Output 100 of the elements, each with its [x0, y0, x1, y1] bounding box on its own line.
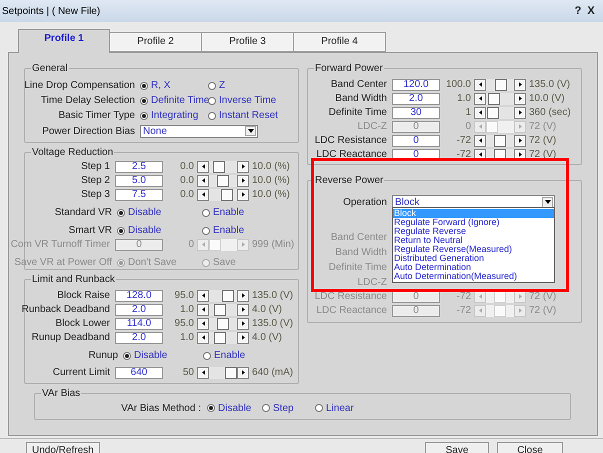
input-field[interactable]: 640	[115, 366, 163, 378]
scroll-thumb[interactable]	[495, 78, 508, 90]
input-field[interactable]: 5.0	[115, 174, 163, 186]
field-label: LDC Resistance	[314, 290, 387, 304]
footer-button[interactable]: Close	[497, 442, 563, 453]
window-title: Setpoints | ( New File)	[2, 4, 100, 18]
dropdown-option[interactable]: Distributed Generation	[393, 254, 554, 263]
dropdown-option[interactable]: Return to Neutral	[393, 236, 554, 245]
input-field[interactable]: 128.0	[115, 290, 163, 302]
input-field[interactable]: 2.0	[115, 332, 163, 344]
scroll-right-button[interactable]	[237, 160, 249, 172]
option-label: Disable	[134, 349, 168, 363]
dropdown-value: None	[143, 124, 167, 138]
group-title: General	[31, 62, 69, 76]
radio-button[interactable]	[117, 208, 125, 216]
scroll-thumb[interactable]	[214, 332, 226, 344]
radio-button[interactable]	[207, 404, 215, 412]
field-label: LDC Reactance	[316, 148, 387, 162]
input-field[interactable]: 2.0	[115, 304, 163, 316]
group-title: Limit and Runback	[31, 273, 116, 287]
radio-button[interactable]	[140, 82, 148, 90]
range-max: 360 (sec)	[528, 106, 571, 120]
radio-button[interactable]	[123, 352, 131, 360]
radio-button[interactable]	[203, 352, 211, 360]
scroll-left-button[interactable]	[197, 174, 209, 186]
scroll-thumb[interactable]	[487, 106, 500, 118]
window-close-button[interactable]: X	[585, 2, 597, 20]
input-field[interactable]: 0	[392, 134, 440, 146]
option-label: Linear	[326, 402, 354, 416]
option-label: Step	[273, 402, 294, 416]
radio-button[interactable]	[262, 404, 270, 412]
scroll-left-button[interactable]	[197, 290, 209, 302]
radio-button[interactable]	[208, 112, 216, 120]
scroll-right-button[interactable]	[237, 304, 249, 316]
scroll-right-button[interactable]	[237, 188, 249, 200]
scroll-left-button[interactable]	[197, 188, 209, 200]
range-max: 72 (V)	[528, 290, 556, 304]
scroll-thumb[interactable]	[222, 290, 234, 302]
scroll-thumb[interactable]	[216, 318, 229, 330]
scroll-thumb[interactable]	[214, 304, 226, 316]
scroll-right-button[interactable]	[237, 366, 249, 378]
dropdown-option[interactable]: Regulate Reverse	[393, 227, 554, 236]
scroll-right-button[interactable]	[514, 92, 526, 104]
range-min: 0.0	[179, 174, 195, 188]
scroll-thumb[interactable]	[217, 174, 229, 186]
right-arrow-icon	[242, 242, 244, 247]
scroll-left-button[interactable]	[474, 92, 486, 104]
radio-button[interactable]	[140, 96, 148, 104]
dropdown-option[interactable]: Auto Determination(Measured)	[393, 272, 554, 281]
tab[interactable]: Profile 2	[110, 32, 202, 52]
scroll-left-button[interactable]	[474, 134, 486, 146]
input-field[interactable]: 2.5	[115, 160, 163, 172]
scroll-right-button[interactable]	[514, 106, 526, 118]
scroll-right-button[interactable]	[514, 134, 526, 146]
scroll-thumb[interactable]	[494, 134, 506, 146]
field-label: Power Direction Bias	[42, 124, 135, 138]
left-arrow-icon	[202, 192, 204, 197]
scroll-right-button[interactable]	[237, 318, 249, 330]
scroll-thumb[interactable]	[488, 92, 500, 104]
footer-button[interactable]: Save	[425, 442, 489, 453]
tab[interactable]: Profile 3	[202, 32, 294, 52]
range-max: 4.0 (V)	[251, 303, 282, 317]
radio-button[interactable]	[208, 96, 216, 104]
tab[interactable]: Profile 4	[294, 32, 386, 52]
radio-button[interactable]	[202, 226, 210, 234]
scroll-thumb[interactable]	[225, 366, 237, 378]
input-field[interactable]: 120.0	[392, 78, 440, 90]
scroll-left-button[interactable]	[474, 78, 486, 90]
scroll-right-button[interactable]	[237, 174, 249, 186]
field-label: Band Width	[335, 92, 387, 106]
scroll-left-button[interactable]	[197, 160, 209, 172]
radio-button[interactable]	[117, 226, 125, 234]
scroll-right-button[interactable]	[514, 78, 526, 90]
radio-button[interactable]	[140, 112, 148, 120]
dropdown[interactable]: None	[140, 124, 258, 138]
dropdown-option[interactable]: Auto Determination	[393, 263, 554, 272]
scroll-right-button[interactable]	[237, 290, 249, 302]
radio-button[interactable]	[208, 82, 216, 90]
scroll-left-button[interactable]	[197, 366, 209, 378]
range-max: 10.0 (%)	[251, 188, 290, 202]
scroll-left-button[interactable]	[197, 332, 209, 344]
group-title: Forward Power	[314, 62, 384, 76]
input-field[interactable]: 2.0	[392, 92, 440, 104]
radio-button[interactable]	[202, 208, 210, 216]
input-field[interactable]: 30	[392, 106, 440, 118]
range-max: 10.0 (V)	[528, 92, 565, 106]
scroll-thumb[interactable]	[221, 188, 233, 200]
scroll-left-button[interactable]	[474, 106, 486, 118]
scroll-thumb[interactable]	[213, 160, 225, 172]
radio-button[interactable]	[315, 404, 323, 412]
scroll-left-button[interactable]	[197, 318, 209, 330]
input-field[interactable]: 114.0	[115, 318, 163, 330]
dropdown-option[interactable]: Regulate Forward (Ignore)	[393, 218, 554, 227]
scroll-left-button[interactable]	[197, 304, 209, 316]
scroll-right-button[interactable]	[237, 332, 249, 344]
dropdown-option[interactable]: Regulate Reverse(Measured)	[393, 245, 554, 254]
help-button[interactable]: ?	[572, 2, 584, 20]
input-field[interactable]: 7.5	[115, 188, 163, 200]
footer-button[interactable]: Undo/Refresh	[26, 442, 100, 453]
tab[interactable]: Profile 1	[18, 29, 110, 53]
